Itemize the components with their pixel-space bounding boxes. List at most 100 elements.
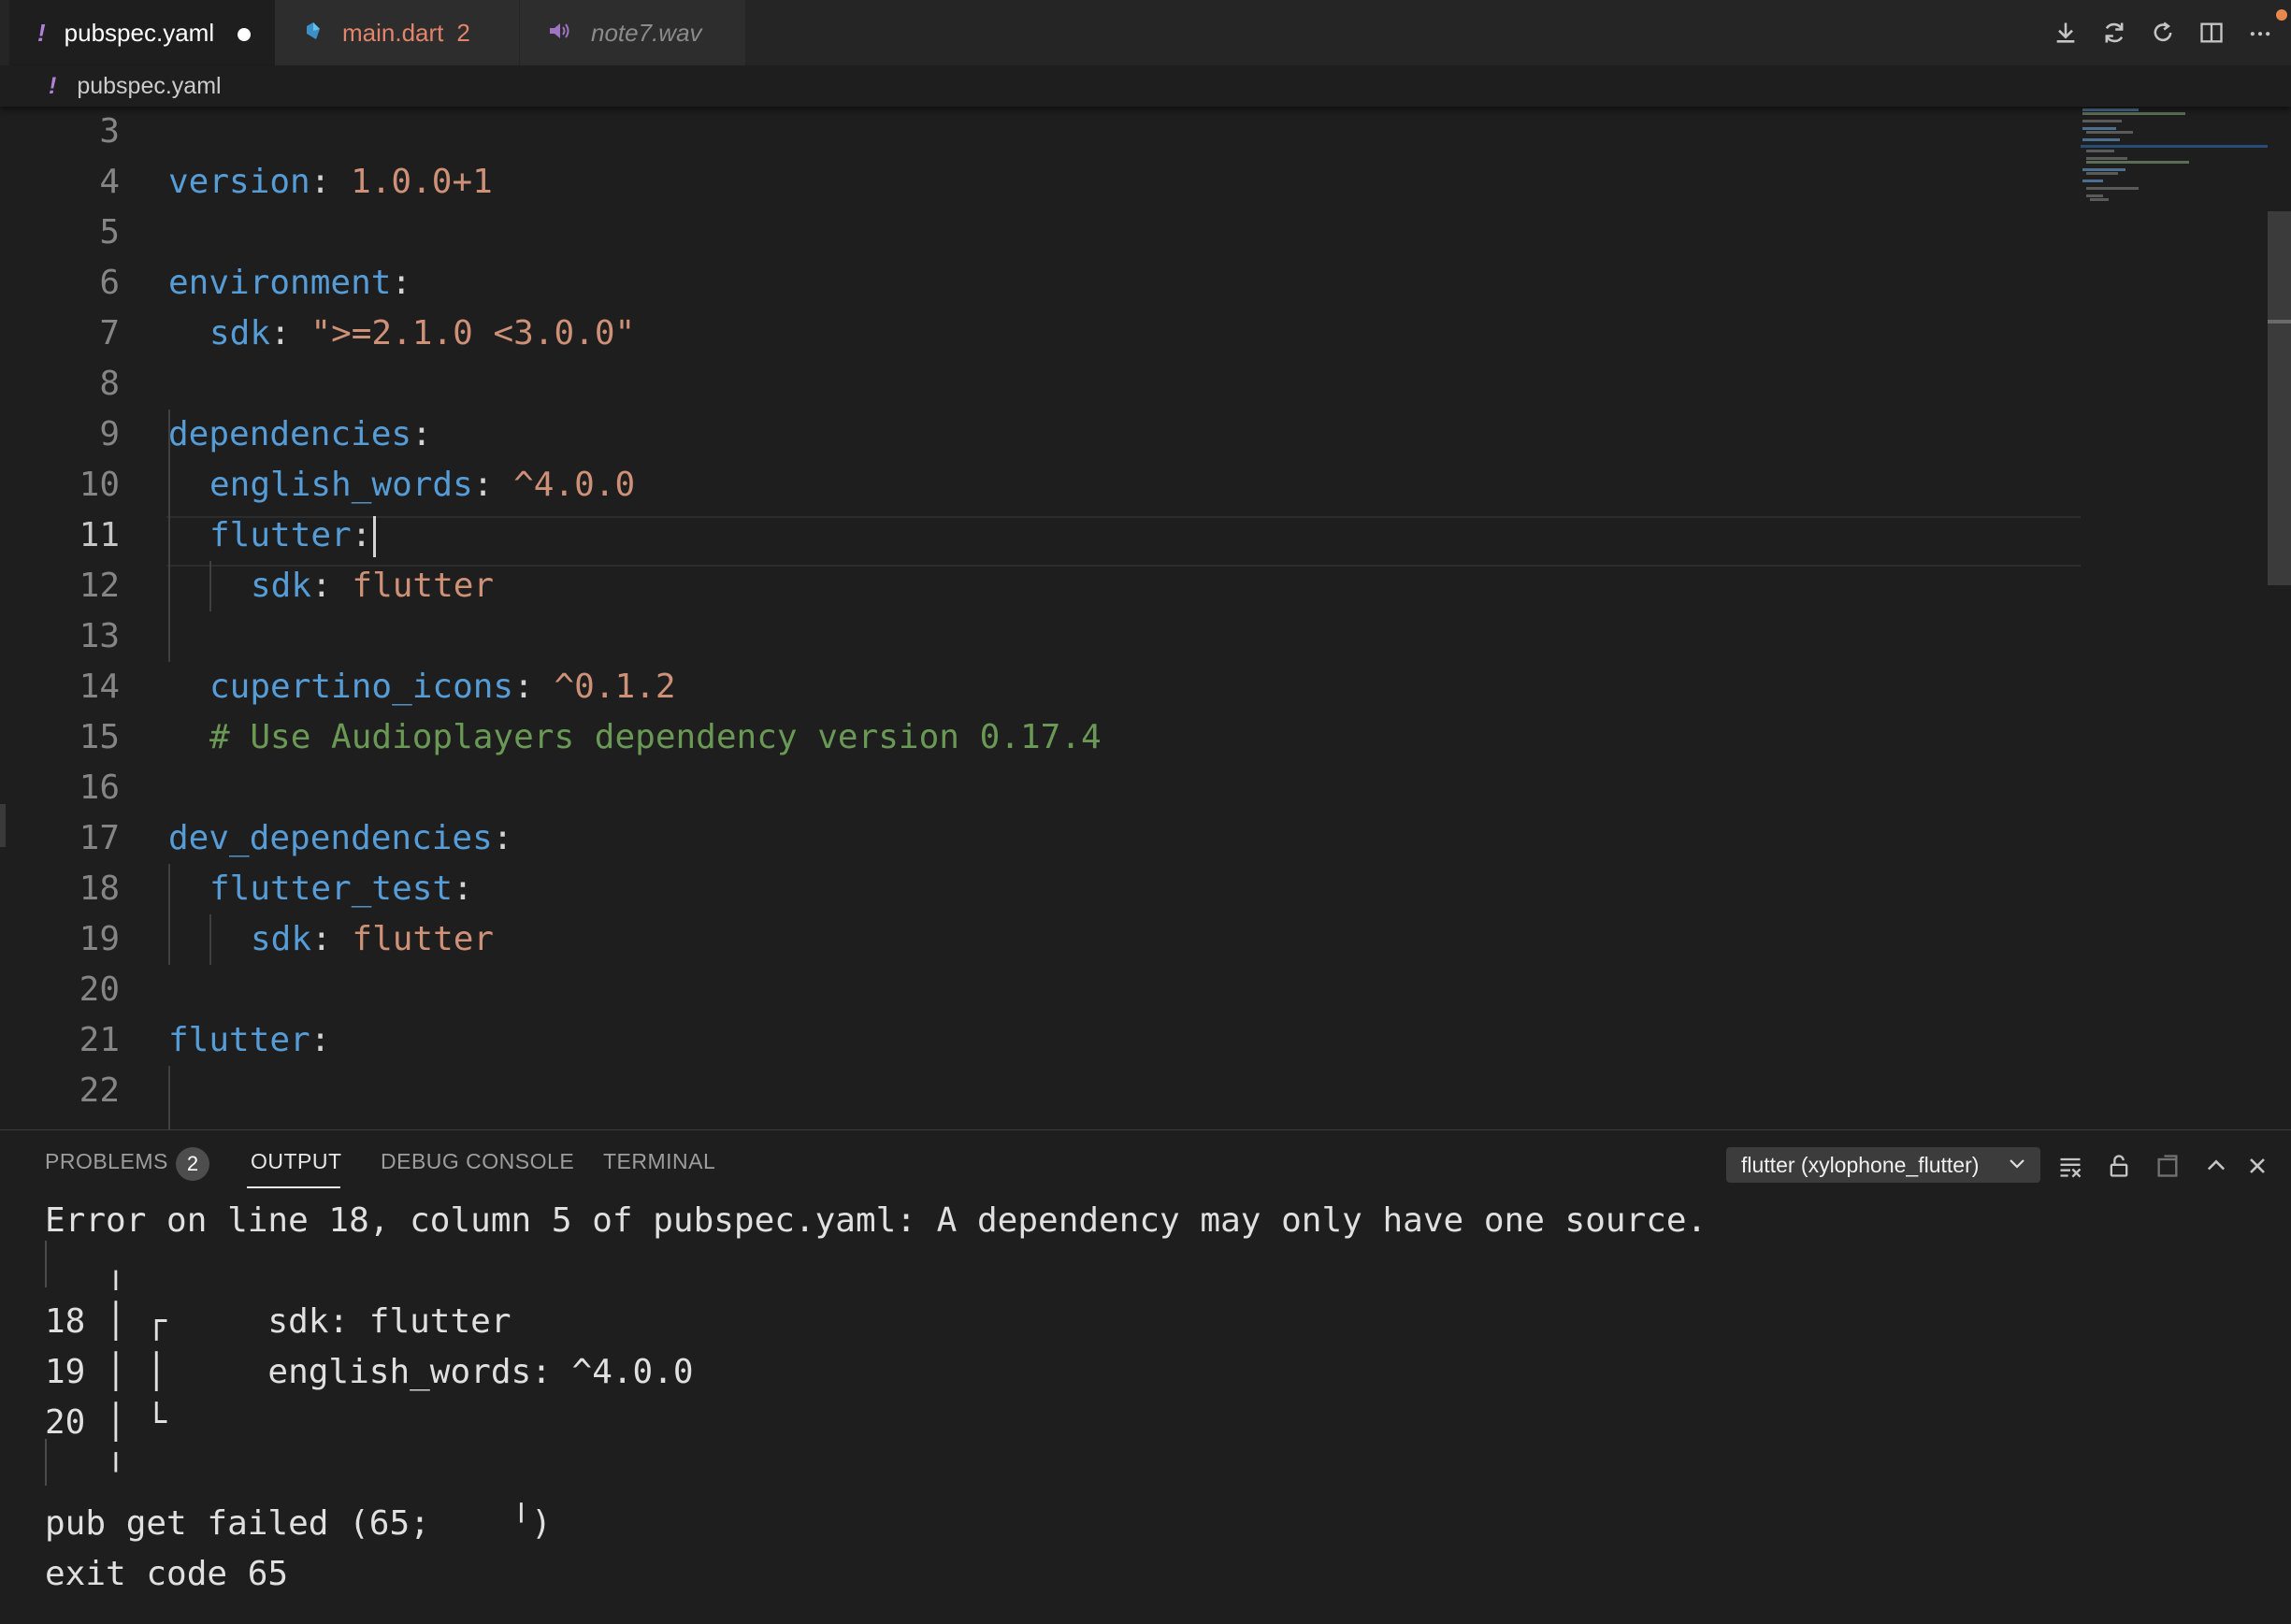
line-number: 15 — [79, 718, 120, 756]
code-line: 16 — [9, 763, 2081, 813]
line-number: 16 — [79, 769, 120, 807]
code-line: 13 — [9, 611, 2081, 662]
tab-main-dart[interactable]: main.dart 2 — [275, 0, 520, 65]
yaml-key: environment — [168, 264, 392, 302]
line-number: 18 — [79, 869, 120, 908]
code-line: 12 sdk: flutter — [9, 561, 2081, 611]
line-number: 19 — [79, 920, 120, 958]
output-line: ╵ — [45, 1454, 126, 1492]
text-cursor — [373, 516, 377, 557]
notification-dot-icon — [2276, 9, 2287, 21]
yaml-key: version — [168, 163, 310, 201]
lock-scroll-icon[interactable] — [2104, 1151, 2134, 1181]
code-line: 14 cupertino_icons: ^0.1.2 — [9, 662, 2081, 712]
output-channel-select[interactable]: flutter (xylophone_flutter) — [1726, 1147, 2040, 1183]
maximize-panel-icon[interactable] — [2201, 1151, 2231, 1181]
code-line: 5 — [9, 208, 2081, 258]
active-tab-indicator — [247, 1186, 340, 1188]
clear-output-icon[interactable] — [2055, 1151, 2085, 1181]
code-line: 10 english_words: ^4.0.0 — [9, 460, 2081, 510]
code-line-current: 11 flutter: — [9, 510, 2081, 561]
line-number: 20 — [79, 970, 120, 1009]
yaml-key: dev_dependencies — [168, 819, 493, 857]
yaml-value: ^0.1.2 — [554, 668, 676, 706]
tab-note7-wav[interactable]: note7.wav — [520, 0, 746, 65]
tab-pubspec-yaml[interactable]: ! pubspec.yaml — [9, 0, 275, 65]
download-icon[interactable] — [2052, 19, 2080, 47]
open-output-in-editor-icon[interactable] — [2153, 1151, 2183, 1181]
output-line: 19 │ │ english_words: ^4.0.0 — [45, 1353, 694, 1391]
tab-label: main.dart — [342, 18, 444, 47]
yaml-key: flutter — [209, 516, 352, 554]
tab-label: pubspec.yaml — [64, 18, 215, 47]
editor-actions — [2052, 0, 2274, 65]
yaml-key: flutter — [168, 1021, 310, 1059]
panel-tabs: PROBLEMS 2 OUTPUT DEBUG CONSOLE TERMINAL… — [0, 1130, 2291, 1198]
code-line: 21 flutter: — [9, 1015, 2081, 1066]
code-line: 15 # Use Audioplayers dependency version… — [9, 712, 2081, 763]
bottom-panel: PROBLEMS 2 OUTPUT DEBUG CONSOLE TERMINAL… — [0, 1129, 2291, 1624]
line-number: 6 — [99, 264, 120, 302]
code-line: 6 environment: — [9, 258, 2081, 309]
output-channel-label: flutter (xylophone_flutter) — [1741, 1152, 1980, 1177]
yaml-value: flutter — [352, 567, 495, 605]
code-line: 18 flutter_test: — [9, 864, 2081, 914]
dart-file-icon — [303, 19, 324, 48]
yaml-key: cupertino_icons — [209, 668, 514, 706]
line-number: 11 — [79, 516, 120, 554]
code-line: 3 — [9, 107, 2081, 157]
sync-icon[interactable] — [2100, 19, 2128, 47]
sidebar-resize-handle[interactable] — [0, 804, 6, 847]
split-editor-icon[interactable] — [2197, 19, 2226, 47]
code-line: 8 — [9, 359, 2081, 410]
code-line: 20 — [9, 965, 2081, 1015]
yaml-value: 1.0.0+1 — [351, 163, 493, 201]
tab-debug-console[interactable]: DEBUG CONSOLE — [381, 1149, 574, 1174]
yaml-file-icon: ! — [49, 72, 57, 99]
refresh-icon[interactable] — [2149, 19, 2177, 47]
audio-file-icon — [548, 19, 572, 48]
editor-tab-bar: ! pubspec.yaml main.dart 2 note7.wav — [0, 0, 2291, 66]
chevron-down-icon — [2007, 1153, 2027, 1179]
line-number: 7 — [99, 314, 120, 352]
unsaved-dot-icon[interactable] — [238, 28, 251, 41]
yaml-key: sdk — [251, 920, 312, 958]
output-line: ╷ — [45, 1252, 126, 1290]
yaml-comment: # Use Audioplayers dependency version 0.… — [209, 718, 1102, 756]
minimap-current-line — [2081, 145, 2268, 148]
code-line: 7 sdk: ">=2.1.0 <3.0.0" — [9, 309, 2081, 359]
yaml-value: ">=2.1.0 <3.0.0" — [310, 314, 636, 352]
line-number: 13 — [79, 617, 120, 655]
line-number: 17 — [79, 819, 120, 857]
output-line: exit code 65 — [45, 1555, 289, 1593]
more-actions-icon[interactable] — [2246, 19, 2274, 47]
code-line: 19 sdk: flutter — [9, 914, 2081, 965]
code-line: 4 version: 1.0.0+1 — [9, 157, 2081, 208]
minimap[interactable] — [2081, 107, 2268, 1129]
code-editor[interactable]: 3 4 version: 1.0.0+1 5 6 environment: 7 … — [9, 107, 2081, 1129]
line-number: 5 — [99, 213, 120, 252]
close-panel-icon[interactable] — [2242, 1151, 2272, 1181]
yaml-value: flutter — [352, 920, 495, 958]
line-number: 3 — [99, 112, 120, 151]
problem-count: 2 — [456, 18, 470, 47]
output-line: 20 │ └ — [45, 1403, 167, 1442]
line-number: 21 — [79, 1021, 120, 1059]
code-line: 22 — [9, 1066, 2081, 1116]
vertical-scrollbar-thumb[interactable] — [2268, 211, 2291, 585]
output-line: 18 │ ┌ sdk: flutter — [45, 1302, 512, 1341]
yaml-key: dependencies — [168, 415, 412, 453]
tab-terminal[interactable]: TERMINAL — [603, 1149, 715, 1174]
yaml-key: flutter_test — [209, 869, 454, 908]
breadcrumb: ! pubspec.yaml — [0, 65, 2291, 107]
yaml-file-icon: ! — [37, 18, 46, 47]
output-line: Error on line 18, column 5 of pubspec.ya… — [45, 1201, 1707, 1240]
yaml-key: sdk — [209, 314, 271, 352]
output-line: pub get failed (65; ╵) — [45, 1504, 552, 1543]
tab-output[interactable]: OUTPUT — [251, 1149, 342, 1174]
breadcrumb-file[interactable]: pubspec.yaml — [77, 73, 221, 100]
problems-count-badge: 2 — [176, 1147, 209, 1181]
line-number: 8 — [99, 365, 120, 403]
tab-problems[interactable]: PROBLEMS — [45, 1149, 168, 1174]
line-number: 12 — [79, 567, 120, 605]
